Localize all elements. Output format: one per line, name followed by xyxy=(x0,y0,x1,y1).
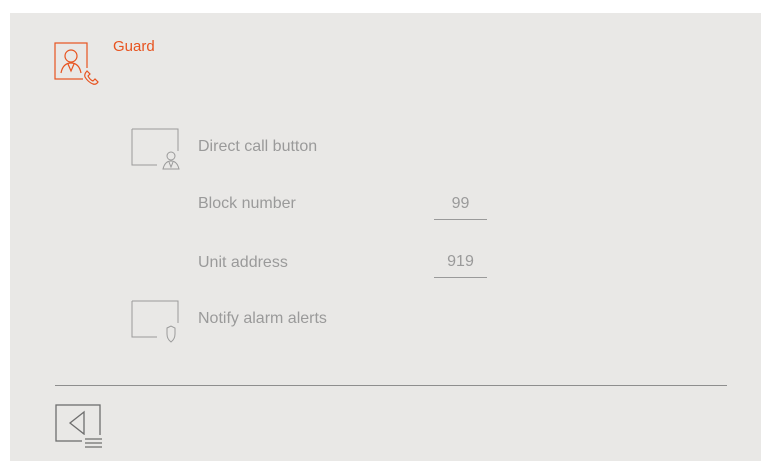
block-number-field[interactable]: 99 xyxy=(434,193,487,220)
guard-settings-screen: Guard Direct call button Block number 99… xyxy=(10,13,761,461)
back-button[interactable] xyxy=(54,403,106,453)
notify-alarm-toggle[interactable] xyxy=(130,299,182,345)
page-title: Guard xyxy=(113,38,155,55)
unit-address-field[interactable]: 919 xyxy=(434,251,487,278)
person-icon xyxy=(162,151,180,170)
direct-call-toggle[interactable] xyxy=(130,127,182,173)
shield-icon xyxy=(166,325,176,343)
footer-divider xyxy=(55,385,727,386)
notify-alarm-label: Notify alarm alerts xyxy=(198,310,327,327)
direct-call-label: Direct call button xyxy=(198,138,318,155)
back-menu-icon xyxy=(55,404,104,451)
block-number-label: Block number xyxy=(198,195,296,212)
guard-phone-icon xyxy=(54,40,102,88)
unit-address-label: Unit address xyxy=(198,254,288,271)
